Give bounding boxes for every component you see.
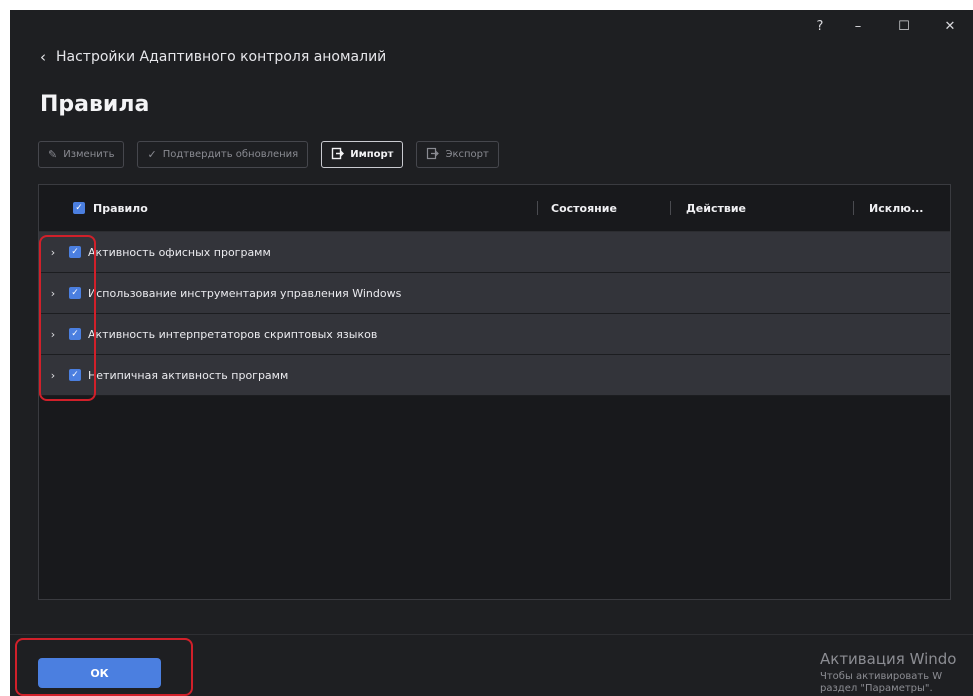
watermark-title: Активация Windo [820,650,957,668]
column-rule[interactable]: ✓ Правило [39,185,537,231]
breadcrumb[interactable]: ‹ Настройки Адаптивного контроля аномали… [40,48,386,66]
import-button[interactable]: Импорт [321,141,404,168]
import-button-label: Импорт [350,149,394,160]
minimize-button[interactable]: – [835,16,881,38]
column-state-label: Состояние [551,201,617,215]
annotation-highlight-checkboxes [39,235,96,401]
windows-activation-watermark: Активация Windo Чтобы активировать W раз… [820,650,973,694]
page-title: Правила [40,92,150,117]
watermark-line: Чтобы активировать W [820,671,943,682]
help-button[interactable]: ? [805,16,835,38]
toolbar: ✎ Изменить ✓ Подтвердить обновления Импо… [38,141,499,168]
check-icon: ✓ [147,148,157,161]
table-row[interactable]: › ✓ Нетипичная активность программ [39,355,950,396]
rule-name: Нетипичная активность программ [88,368,289,382]
table-header: ✓ Правило Состояние Действие Исклю... [39,185,950,232]
maximize-button[interactable]: ☐ [881,16,927,38]
app-window: ? – ☐ ✕ ‹ Настройки Адаптивного контроля… [10,10,973,696]
chevron-left-icon[interactable]: ‹ [40,48,46,66]
column-state[interactable]: Состояние [537,185,670,231]
export-icon [426,147,440,163]
confirm-updates-button[interactable]: ✓ Подтвердить обновления [137,141,309,168]
rule-name: Использование инструментария управления … [88,286,402,300]
column-rule-label: Правило [93,201,148,215]
column-action[interactable]: Действие [670,185,853,231]
rules-table: ✓ Правило Состояние Действие Исклю... › … [38,184,951,600]
rule-name: Активность интерпретаторов скриптовых яз… [88,327,378,341]
breadcrumb-label[interactable]: Настройки Адаптивного контроля аномалий [56,49,386,65]
edit-button[interactable]: ✎ Изменить [38,141,125,168]
import-icon [331,147,345,163]
export-button[interactable]: Экспорт [416,141,499,168]
column-action-label: Действие [686,201,746,215]
rule-name: Активность офисных программ [88,245,271,259]
annotation-highlight-ok [15,638,193,696]
select-all-checkbox[interactable]: ✓ [73,202,85,214]
table-row[interactable]: › ✓ Активность офисных программ [39,232,950,273]
column-exclusions[interactable]: Исклю... [853,185,950,231]
close-button[interactable]: ✕ [927,16,973,38]
confirm-updates-label: Подтвердить обновления [162,149,299,160]
edit-button-label: Изменить [63,149,115,160]
export-button-label: Экспорт [445,149,489,160]
table-row[interactable]: › ✓ Использование инструментария управле… [39,273,950,314]
table-row[interactable]: › ✓ Активность интерпретаторов скриптовы… [39,314,950,355]
pencil-icon: ✎ [48,148,58,161]
window-controls: ? – ☐ ✕ [805,16,973,38]
watermark-line: раздел "Параметры". [820,683,933,694]
column-exclusions-label: Исклю... [869,201,924,215]
